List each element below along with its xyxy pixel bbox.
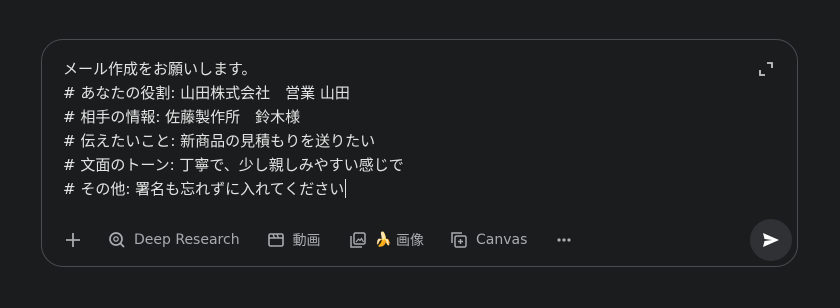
plus-icon xyxy=(66,233,80,247)
canvas-label: Canvas xyxy=(476,232,528,248)
expand-icon xyxy=(759,62,773,76)
deep-research-button[interactable]: Deep Research xyxy=(102,225,246,255)
add-button[interactable] xyxy=(58,225,88,255)
image-label: 画像 xyxy=(396,233,424,249)
prompt-line-5: # 文面のトーン: 丁寧で、少し親しみやすい感じで xyxy=(63,156,404,174)
prompt-line-6-wrapper: # その他: 署名も忘れずに入れてください xyxy=(63,177,743,201)
canvas-icon xyxy=(451,232,467,248)
prompt-input[interactable]: メール作成をお願いします。 # あなたの役割: 山田株式会社 営業 山田 # 相… xyxy=(63,57,743,201)
composer-toolbar: Deep Research 動画 🍌 画像 Canvas xyxy=(58,225,578,255)
prompt-line-4: # 伝えたいこと: 新商品の見積もりを送りたい xyxy=(63,132,376,150)
image-gallery-icon xyxy=(349,232,366,248)
more-horizontal-icon xyxy=(557,238,571,242)
prompt-line-2: # あなたの役割: 山田株式会社 営業 山田 xyxy=(63,84,350,102)
video-button[interactable]: 動画 xyxy=(261,225,327,255)
text-caret xyxy=(345,179,347,198)
more-button[interactable] xyxy=(550,225,578,255)
prompt-composer: メール作成をお願いします。 # あなたの役割: 山田株式会社 営業 山田 # 相… xyxy=(41,39,798,267)
page: メール作成をお願いします。 # あなたの役割: 山田株式会社 営業 山田 # 相… xyxy=(0,0,840,308)
send-button[interactable] xyxy=(750,219,792,261)
prompt-line-6: # その他: 署名も忘れずに入れてください xyxy=(63,180,345,198)
canvas-button[interactable]: Canvas xyxy=(444,225,533,255)
video-label: 動画 xyxy=(292,233,321,249)
deep-research-label: Deep Research xyxy=(134,232,240,248)
film-icon xyxy=(267,233,284,247)
expand-button[interactable] xyxy=(757,60,775,78)
send-icon xyxy=(763,233,779,247)
prompt-line-3: # 相手の情報: 佐藤製作所 鈴木様 xyxy=(63,108,301,126)
image-button[interactable]: 🍌 画像 xyxy=(343,225,430,255)
prompt-line-1: メール作成をお願いします。 xyxy=(63,60,257,78)
banana-badge: 🍌 xyxy=(374,232,392,248)
deep-research-icon xyxy=(109,232,125,248)
